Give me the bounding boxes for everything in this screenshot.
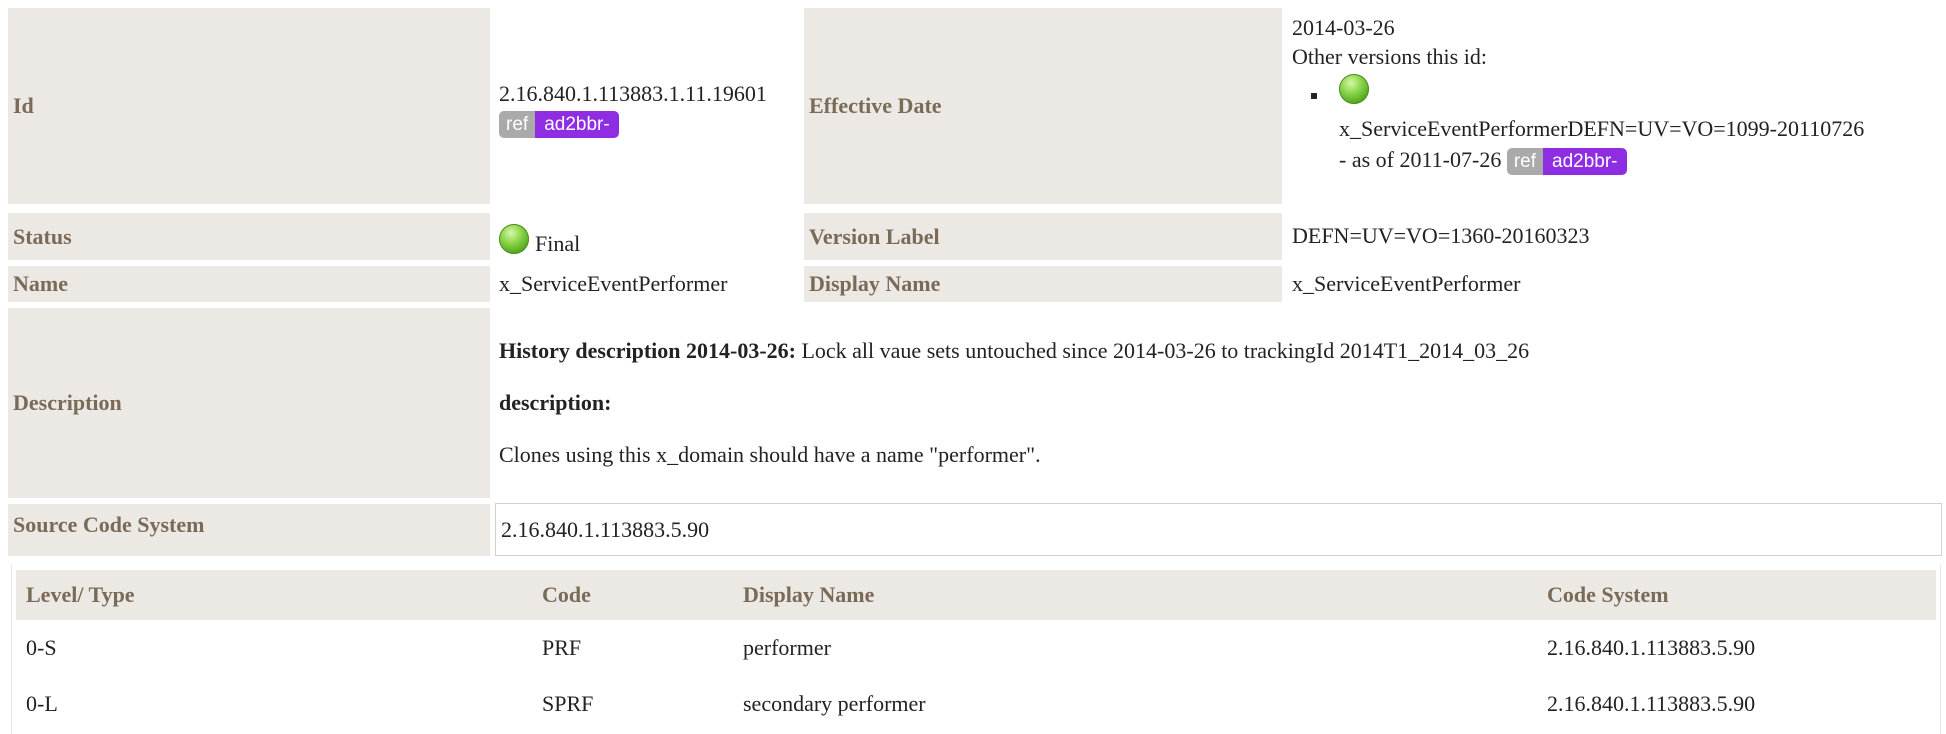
effective-date-label: Effective Date	[804, 8, 1282, 204]
name-value: x_ServiceEventPerformer	[499, 271, 728, 296]
other-version-as-of: - as of 2011-07-26	[1339, 147, 1502, 172]
header-code: Code	[542, 582, 591, 607]
status-value: Final	[535, 231, 581, 256]
ref-badge[interactable]: ref ad2bbr-	[499, 111, 619, 139]
status-ball-icon	[499, 224, 529, 254]
other-version-item: x_ServiceEventPerformerDEFN=UV=VO=1099-2…	[1292, 71, 1942, 176]
concept-table: Level/ Type Code Display Name Code Syste…	[11, 565, 1941, 734]
description-heading: description:	[499, 390, 612, 415]
cell-level-type: 0-L	[26, 691, 58, 716]
concept-table-header: Level/ Type Code Display Name Code Syste…	[16, 570, 1936, 620]
description-text: Clones using this x_domain should have a…	[499, 442, 1041, 467]
id-value-cell: 2.16.840.1.113883.1.11.19601 ref ad2bbr-	[499, 79, 799, 139]
cell-code: PRF	[542, 635, 582, 660]
other-version-name[interactable]: x_ServiceEventPerformerDEFN=UV=VO=1099-2…	[1339, 114, 1942, 143]
history-description-heading: History description 2014-03-26:	[499, 338, 796, 363]
other-versions-label: Other versions this id:	[1292, 44, 1487, 69]
table-row: 0-L SPRF secondary performer 2.16.840.1.…	[16, 676, 1936, 732]
id-value: 2.16.840.1.113883.1.11.19601	[499, 81, 767, 106]
version-label-label: Version Label	[804, 213, 1282, 260]
description-cell: History description 2014-03-26: Lock all…	[499, 336, 1939, 469]
id-label: Id	[8, 8, 490, 204]
description-label: Description	[8, 308, 490, 498]
cell-code-system: 2.16.840.1.113883.5.90	[1547, 635, 1756, 660]
status-cell: Final	[499, 216, 799, 258]
other-version-ref-badge[interactable]: ref ad2bbr-	[1506, 148, 1627, 176]
ref-badge-label: ref	[1506, 148, 1544, 176]
table-row: 0-S PRF performer 2.16.840.1.113883.5.90	[16, 620, 1936, 676]
effective-date-cell: 2014-03-26 Other versions this id: x_Ser…	[1292, 13, 1942, 176]
effective-date-value: 2014-03-26	[1292, 15, 1395, 40]
cell-code-system: 2.16.840.1.113883.5.90	[1547, 691, 1756, 716]
display-name-label: Display Name	[804, 266, 1282, 302]
cell-display-name: performer	[743, 635, 831, 660]
source-code-system-value: 2.16.840.1.113883.5.90	[495, 503, 1942, 556]
history-description: History description 2014-03-26: Lock all…	[499, 336, 1939, 365]
header-code-system: Code System	[1547, 582, 1669, 607]
cell-display-name: secondary performer	[743, 691, 926, 716]
version-label-value: DEFN=UV=VO=1360-20160323	[1292, 223, 1590, 248]
ref-badge-id: ad2bbr-	[535, 111, 619, 139]
name-label: Name	[8, 266, 490, 302]
status-ball-icon	[1339, 74, 1369, 104]
bullet-icon	[1311, 93, 1317, 99]
ref-badge-id: ad2bbr-	[1543, 148, 1627, 176]
valueset-detail: Id 2.16.840.1.113883.1.11.19601 ref ad2bb…	[0, 0, 1946, 734]
cell-level-type: 0-S	[26, 635, 57, 660]
status-label: Status	[8, 213, 490, 260]
cell-code: SPRF	[542, 691, 594, 716]
ref-badge-label: ref	[499, 111, 536, 139]
header-level-type: Level/ Type	[26, 582, 135, 607]
header-display-name: Display Name	[743, 582, 875, 607]
source-code-system-label: Source Code System	[8, 504, 490, 556]
other-versions-list: x_ServiceEventPerformerDEFN=UV=VO=1099-2…	[1292, 71, 1942, 176]
display-name-value: x_ServiceEventPerformer	[1292, 271, 1521, 296]
history-description-text: Lock all vaue sets untouched since 2014-…	[801, 338, 1530, 363]
